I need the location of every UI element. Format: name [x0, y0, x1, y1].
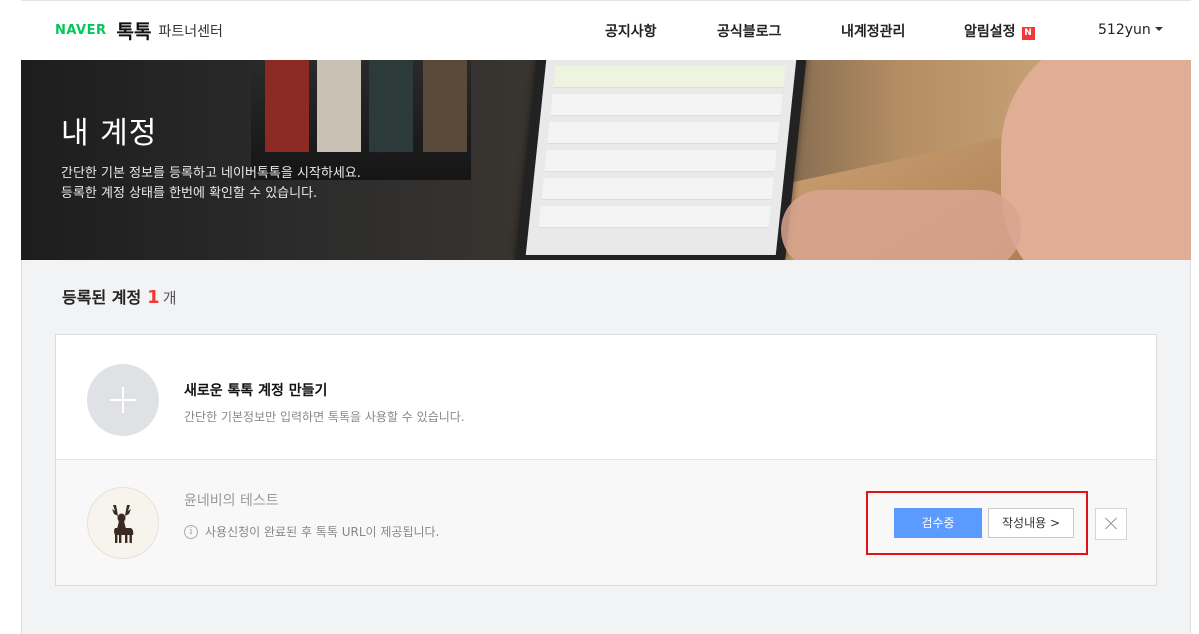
- logo[interactable]: NAVER 톡톡 파트너센터: [55, 17, 223, 44]
- notification-settings-label: 알림설정: [964, 24, 1016, 40]
- registered-unit: 개: [162, 289, 177, 307]
- hero-photo-arm: [1001, 60, 1191, 260]
- close-icon[interactable]: [1095, 508, 1127, 540]
- naver-logo: NAVER: [55, 23, 107, 38]
- hero-title: 내 계정: [61, 116, 158, 151]
- hero-description-line: 간단한 기본 정보를 등록하고 네이버톡톡을 시작하세요.: [61, 166, 361, 181]
- top-header: NAVER 톡톡 파트너센터 공지사항 공식블로그 내계정관리 알림설정 N 51…: [21, 0, 1191, 60]
- create-account-row[interactable]: 새로운 톡톡 계정 만들기 간단한 기본정보만 입력하면 톡톡을 사용할 수 있…: [56, 335, 1156, 460]
- nav-notice[interactable]: 공지사항: [605, 21, 657, 41]
- hero-description-line: 등록한 계정 상태를 한번에 확인할 수 있습니다.: [61, 186, 318, 201]
- hero-photo-laptop: [514, 60, 808, 260]
- create-account-subtitle: 간단한 기본정보만 입력하면 톡톡을 사용할 수 있습니다.: [184, 410, 465, 424]
- chevron-down-icon: [1154, 27, 1163, 31]
- create-account-title[interactable]: 새로운 톡톡 계정 만들기: [184, 380, 327, 400]
- hero-photo-magazine: [265, 60, 309, 152]
- hero-description: 간단한 기본 정보를 등록하고 네이버톡톡을 시작하세요. 등록한 계정 상태를…: [61, 164, 361, 204]
- account-info-text: 사용신청이 완료된 후 톡톡 URL이 제공됩니다.: [205, 525, 440, 539]
- hero-photo-magazine: [423, 60, 467, 152]
- hero-banner: 내 계정 간단한 기본 정보를 등록하고 네이버톡톡을 시작하세요. 등록한 계…: [21, 60, 1191, 260]
- registered-label: 등록된 계정: [62, 288, 142, 307]
- talktalk-logo: 톡톡: [116, 21, 152, 43]
- hero-photo-hands: [781, 190, 1021, 260]
- hero-photo-shelf: [251, 60, 471, 180]
- partner-center-label: 파트너센터: [158, 23, 223, 40]
- user-menu[interactable]: 512yun: [1098, 22, 1163, 38]
- deer-icon: [112, 505, 134, 543]
- registered-accounts-heading: 등록된 계정 1 개: [62, 284, 177, 308]
- hero-photo-magazine: [317, 60, 361, 152]
- nav-my-account[interactable]: 내계정관리: [841, 21, 905, 41]
- username: 512yun: [1098, 22, 1151, 38]
- info-icon: i: [184, 524, 198, 539]
- hero-photo-magazine: [369, 60, 413, 152]
- plus-icon[interactable]: [87, 364, 159, 436]
- account-info: i 사용신청이 완료된 후 톡톡 URL이 제공됩니다.: [184, 523, 439, 540]
- highlight-annotation: [866, 491, 1088, 555]
- avatar: [87, 487, 159, 559]
- nav-notification-settings[interactable]: 알림설정 N: [964, 21, 1035, 41]
- registered-count: 1: [147, 287, 160, 308]
- new-badge: N: [1021, 27, 1035, 40]
- nav-official-blog[interactable]: 공식블로그: [717, 21, 781, 41]
- account-name: 윤네비의 테스트: [184, 493, 279, 509]
